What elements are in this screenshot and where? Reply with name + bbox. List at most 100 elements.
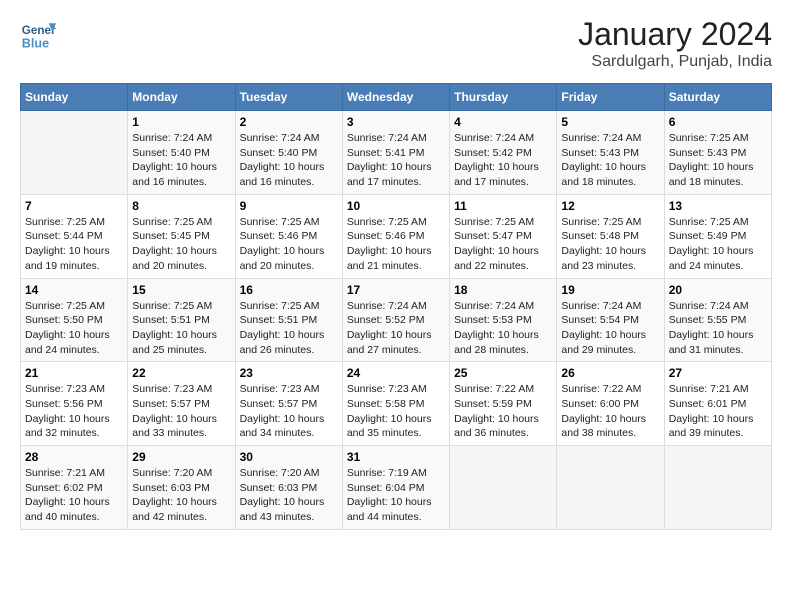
calendar-cell	[450, 446, 557, 530]
cell-content: Sunrise: 7:25 AM Sunset: 5:50 PM Dayligh…	[25, 299, 123, 358]
calendar-cell: 26 Sunrise: 7:22 AM Sunset: 6:00 PM Dayli…	[557, 362, 664, 446]
header-cell-sunday: Sunday	[21, 84, 128, 111]
page-subtitle: Sardulgarh, Punjab, India	[578, 53, 772, 71]
cell-content: Sunrise: 7:24 AM Sunset: 5:40 PM Dayligh…	[132, 131, 230, 190]
week-row-5: 28 Sunrise: 7:21 AM Sunset: 6:02 PM Dayli…	[21, 446, 772, 530]
cell-content: Sunrise: 7:25 AM Sunset: 5:48 PM Dayligh…	[561, 215, 659, 274]
calendar-cell: 24 Sunrise: 7:23 AM Sunset: 5:58 PM Dayli…	[342, 362, 449, 446]
calendar-cell: 11Sunrise: 7:25 AM Sunset: 5:47 PM Dayli…	[450, 194, 557, 278]
cell-content: Sunrise: 7:24 AM Sunset: 5:53 PM Dayligh…	[454, 299, 552, 358]
day-number: 22	[132, 366, 230, 380]
cell-content: Sunrise: 7:24 AM Sunset: 5:40 PM Dayligh…	[240, 131, 338, 190]
calendar-cell: 19Sunrise: 7:24 AM Sunset: 5:54 PM Dayli…	[557, 278, 664, 362]
cell-content: Sunrise: 7:25 AM Sunset: 5:49 PM Dayligh…	[669, 215, 767, 274]
day-number: 18	[454, 283, 552, 297]
cell-content: Sunrise: 7:20 AM Sunset: 6:03 PM Dayligh…	[240, 466, 338, 525]
day-number: 2	[240, 115, 338, 129]
cell-content: Sunrise: 7:24 AM Sunset: 5:42 PM Dayligh…	[454, 131, 552, 190]
day-number: 1	[132, 115, 230, 129]
day-number: 20	[669, 283, 767, 297]
week-row-2: 7 Sunrise: 7:25 AM Sunset: 5:44 PM Daylig…	[21, 194, 772, 278]
day-number: 3	[347, 115, 445, 129]
header-cell-saturday: Saturday	[664, 84, 771, 111]
header-cell-tuesday: Tuesday	[235, 84, 342, 111]
calendar-cell: 1 Sunrise: 7:24 AM Sunset: 5:40 PM Daylig…	[128, 111, 235, 195]
calendar-cell: 14 Sunrise: 7:25 AM Sunset: 5:50 PM Dayli…	[21, 278, 128, 362]
cell-content: Sunrise: 7:21 AM Sunset: 6:01 PM Dayligh…	[669, 382, 767, 441]
calendar-cell: 12 Sunrise: 7:25 AM Sunset: 5:48 PM Dayli…	[557, 194, 664, 278]
cell-content: Sunrise: 7:25 AM Sunset: 5:46 PM Dayligh…	[347, 215, 445, 274]
week-row-3: 14 Sunrise: 7:25 AM Sunset: 5:50 PM Dayli…	[21, 278, 772, 362]
header-cell-wednesday: Wednesday	[342, 84, 449, 111]
calendar-cell: 28 Sunrise: 7:21 AM Sunset: 6:02 PM Dayli…	[21, 446, 128, 530]
cell-content: Sunrise: 7:25 AM Sunset: 5:51 PM Dayligh…	[240, 299, 338, 358]
calendar-cell: 27 Sunrise: 7:21 AM Sunset: 6:01 PM Dayli…	[664, 362, 771, 446]
day-number: 13	[669, 199, 767, 213]
calendar-cell: 2 Sunrise: 7:24 AM Sunset: 5:40 PM Daylig…	[235, 111, 342, 195]
calendar-cell: 5 Sunrise: 7:24 AM Sunset: 5:43 PM Daylig…	[557, 111, 664, 195]
calendar-cell: 17Sunrise: 7:24 AM Sunset: 5:52 PM Dayli…	[342, 278, 449, 362]
page-title: January 2024	[578, 16, 772, 53]
cell-content: Sunrise: 7:22 AM Sunset: 6:00 PM Dayligh…	[561, 382, 659, 441]
day-number: 16	[240, 283, 338, 297]
day-number: 26	[561, 366, 659, 380]
day-number: 24	[347, 366, 445, 380]
cell-content: Sunrise: 7:24 AM Sunset: 5:55 PM Dayligh…	[669, 299, 767, 358]
cell-content: Sunrise: 7:24 AM Sunset: 5:41 PM Dayligh…	[347, 131, 445, 190]
calendar-cell: 9Sunrise: 7:25 AM Sunset: 5:46 PM Daylig…	[235, 194, 342, 278]
cell-content: Sunrise: 7:25 AM Sunset: 5:44 PM Dayligh…	[25, 215, 123, 274]
header-cell-thursday: Thursday	[450, 84, 557, 111]
day-number: 23	[240, 366, 338, 380]
calendar-cell: 23 Sunrise: 7:23 AM Sunset: 5:57 PM Dayli…	[235, 362, 342, 446]
cell-content: Sunrise: 7:25 AM Sunset: 5:51 PM Dayligh…	[132, 299, 230, 358]
day-number: 15	[132, 283, 230, 297]
cell-content: Sunrise: 7:24 AM Sunset: 5:43 PM Dayligh…	[561, 131, 659, 190]
day-number: 28	[25, 450, 123, 464]
calendar-cell: 10 Sunrise: 7:25 AM Sunset: 5:46 PM Dayli…	[342, 194, 449, 278]
day-number: 30	[240, 450, 338, 464]
day-number: 27	[669, 366, 767, 380]
day-number: 17	[347, 283, 445, 297]
calendar-cell: 31Sunrise: 7:19 AM Sunset: 6:04 PM Dayli…	[342, 446, 449, 530]
day-number: 21	[25, 366, 123, 380]
cell-content: Sunrise: 7:20 AM Sunset: 6:03 PM Dayligh…	[132, 466, 230, 525]
cell-content: Sunrise: 7:21 AM Sunset: 6:02 PM Dayligh…	[25, 466, 123, 525]
calendar-cell: 15 Sunrise: 7:25 AM Sunset: 5:51 PM Dayli…	[128, 278, 235, 362]
cell-content: Sunrise: 7:25 AM Sunset: 5:43 PM Dayligh…	[669, 131, 767, 190]
day-number: 31	[347, 450, 445, 464]
calendar-cell: 7 Sunrise: 7:25 AM Sunset: 5:44 PM Daylig…	[21, 194, 128, 278]
cell-content: Sunrise: 7:23 AM Sunset: 5:58 PM Dayligh…	[347, 382, 445, 441]
calendar-cell: 20 Sunrise: 7:24 AM Sunset: 5:55 PM Dayli…	[664, 278, 771, 362]
logo: General Blue	[20, 16, 56, 52]
header-row: SundayMondayTuesdayWednesdayThursdayFrid…	[21, 84, 772, 111]
cell-content: Sunrise: 7:23 AM Sunset: 5:56 PM Dayligh…	[25, 382, 123, 441]
calendar-cell: 22 Sunrise: 7:23 AM Sunset: 5:57 PM Dayli…	[128, 362, 235, 446]
week-row-1: 1 Sunrise: 7:24 AM Sunset: 5:40 PM Daylig…	[21, 111, 772, 195]
week-row-4: 21 Sunrise: 7:23 AM Sunset: 5:56 PM Dayli…	[21, 362, 772, 446]
calendar-cell: 18 Sunrise: 7:24 AM Sunset: 5:53 PM Dayli…	[450, 278, 557, 362]
day-number: 29	[132, 450, 230, 464]
day-number: 8	[132, 199, 230, 213]
day-number: 5	[561, 115, 659, 129]
day-number: 10	[347, 199, 445, 213]
header-cell-monday: Monday	[128, 84, 235, 111]
calendar-cell: 29 Sunrise: 7:20 AM Sunset: 6:03 PM Dayli…	[128, 446, 235, 530]
header-cell-friday: Friday	[557, 84, 664, 111]
cell-content: Sunrise: 7:25 AM Sunset: 5:45 PM Dayligh…	[132, 215, 230, 274]
calendar-table: SundayMondayTuesdayWednesdayThursdayFrid…	[20, 83, 772, 530]
day-number: 14	[25, 283, 123, 297]
cell-content: Sunrise: 7:24 AM Sunset: 5:54 PM Dayligh…	[561, 299, 659, 358]
calendar-cell: 25 Sunrise: 7:22 AM Sunset: 5:59 PM Dayli…	[450, 362, 557, 446]
calendar-cell	[21, 111, 128, 195]
calendar-cell	[664, 446, 771, 530]
day-number: 12	[561, 199, 659, 213]
day-number: 7	[25, 199, 123, 213]
title-area: January 2024 Sardulgarh, Punjab, India	[578, 16, 772, 71]
cell-content: Sunrise: 7:23 AM Sunset: 5:57 PM Dayligh…	[132, 382, 230, 441]
cell-content: Sunrise: 7:25 AM Sunset: 5:46 PM Dayligh…	[240, 215, 338, 274]
calendar-cell: 4Sunrise: 7:24 AM Sunset: 5:42 PM Daylig…	[450, 111, 557, 195]
cell-content: Sunrise: 7:22 AM Sunset: 5:59 PM Dayligh…	[454, 382, 552, 441]
calendar-cell: 6Sunrise: 7:25 AM Sunset: 5:43 PM Daylig…	[664, 111, 771, 195]
cell-content: Sunrise: 7:23 AM Sunset: 5:57 PM Dayligh…	[240, 382, 338, 441]
day-number: 25	[454, 366, 552, 380]
